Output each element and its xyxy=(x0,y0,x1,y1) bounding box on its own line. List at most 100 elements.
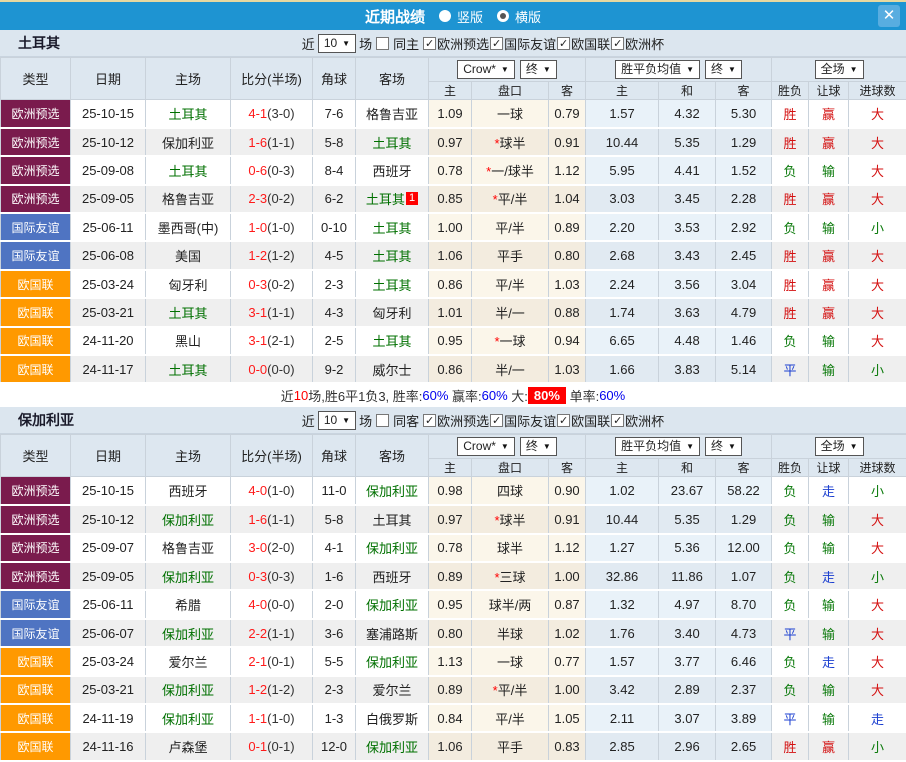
match-row: 欧洲预选25-09-07格鲁吉亚3-0(2-0)4-1保加利亚0.78球半1.1… xyxy=(1,534,906,562)
league-checkbox[interactable]: ✓ xyxy=(611,414,624,427)
score: 3-1(2-1) xyxy=(231,327,313,355)
same-venue-label: 同主 xyxy=(393,34,419,53)
handicap-result: 赢 xyxy=(809,298,849,326)
away-team: 土耳其 xyxy=(356,241,429,269)
avg-home: 2.68 xyxy=(586,241,659,269)
away-team: 白俄罗斯 xyxy=(356,704,429,732)
handicap-line: 平/半 xyxy=(472,704,549,732)
col-type: 类型 xyxy=(1,435,71,477)
handicap-result: 输 xyxy=(809,505,849,533)
crow-away-odds: 1.03 xyxy=(549,355,586,383)
page-title: 近期战绩 xyxy=(365,6,425,27)
sub-col-result: 胜负 xyxy=(772,459,809,477)
same-venue-checkbox[interactable] xyxy=(376,414,389,427)
crow-away-odds: 1.12 xyxy=(549,156,586,184)
competition-type-badge: 国际友谊 xyxy=(1,619,71,647)
avg-away: 2.45 xyxy=(716,241,772,269)
crow-home-odds: 0.85 xyxy=(429,185,472,213)
col-type: 类型 xyxy=(1,58,71,100)
match-date: 25-10-15 xyxy=(71,477,146,505)
away-team: 匈牙利 xyxy=(356,298,429,326)
league-checkbox[interactable]: ✓ xyxy=(557,414,570,427)
competition-type-badge: 欧洲预选 xyxy=(1,534,71,562)
chevron-down-icon: ▼ xyxy=(543,439,551,454)
sub-col-goals: 进球数 xyxy=(849,82,906,100)
sub-col-crow-away: 客 xyxy=(549,82,586,100)
red-card-badge: 1 xyxy=(406,192,418,205)
crow-home-odds: 0.86 xyxy=(429,355,472,383)
radio-vertical-layout[interactable] xyxy=(439,10,451,22)
col-date: 日期 xyxy=(71,435,146,477)
avg-draw: 2.89 xyxy=(659,676,716,704)
avg-draw: 23.67 xyxy=(659,477,716,505)
crow-home-odds: 1.13 xyxy=(429,647,472,675)
goals-result: 小 xyxy=(849,355,906,383)
same-venue-checkbox[interactable] xyxy=(376,37,389,50)
handicap-line: *一/球半 xyxy=(472,156,549,184)
matches-table: 类型 日期 主场 比分(半场) 角球 客场 Crow*▼ 终▼ 胜平负均值▼ 终… xyxy=(0,434,906,761)
title-bar: 近期战绩 竖版 横版 ✕ xyxy=(0,2,906,30)
recent-count-select[interactable]: 10▼ xyxy=(318,34,356,53)
league-checkbox[interactable]: ✓ xyxy=(423,37,436,50)
league-checkbox[interactable]: ✓ xyxy=(423,414,436,427)
league-checkbox[interactable]: ✓ xyxy=(557,37,570,50)
chevron-down-icon: ▼ xyxy=(342,413,350,428)
avg-home: 2.20 xyxy=(586,213,659,241)
result: 胜 xyxy=(772,241,809,269)
league-checkbox[interactable]: ✓ xyxy=(490,37,503,50)
league-checkbox[interactable]: ✓ xyxy=(490,414,503,427)
away-team: 格鲁吉亚 xyxy=(356,100,429,128)
avg-source-select[interactable]: 胜平负均值▼ xyxy=(615,60,700,79)
avg-draw: 3.53 xyxy=(659,213,716,241)
radio-horizontal-label[interactable]: 横版 xyxy=(515,7,541,26)
team-section: 保加利亚 近 10▼ 场 同客 ✓欧洲预选✓国际友谊✓欧国联✓欧洲杯 类型 日期… xyxy=(0,407,906,761)
avg-final-select[interactable]: 终▼ xyxy=(705,60,742,79)
corners: 8-4 xyxy=(313,156,356,184)
corners: 2-0 xyxy=(313,590,356,618)
crow-away-odds: 1.00 xyxy=(549,562,586,590)
home-team: 土耳其 xyxy=(146,355,231,383)
odds-source-select[interactable]: Crow*▼ xyxy=(457,437,515,456)
avg-away: 8.70 xyxy=(716,590,772,618)
avg-away: 3.89 xyxy=(716,704,772,732)
radio-horizontal-layout[interactable] xyxy=(497,10,509,22)
match-row: 欧洲预选25-10-15土耳其4-1(3-0)7-6格鲁吉亚1.09一球0.79… xyxy=(1,100,906,128)
match-date: 25-06-07 xyxy=(71,619,146,647)
league-label: 欧洲预选 xyxy=(437,411,489,430)
match-row: 国际友谊25-06-11希腊4-0(0-0)2-0保加利亚0.95球半/两0.8… xyxy=(1,590,906,618)
handicap-result: 输 xyxy=(809,327,849,355)
league-checkbox[interactable]: ✓ xyxy=(611,37,624,50)
avg-final-select[interactable]: 终▼ xyxy=(705,437,742,456)
avg-home: 1.27 xyxy=(586,534,659,562)
odds-final-select[interactable]: 终▼ xyxy=(520,60,557,79)
avg-draw: 5.35 xyxy=(659,128,716,156)
handicap-result: 走 xyxy=(809,562,849,590)
sub-col-avg-draw: 和 xyxy=(659,82,716,100)
goals-result: 大 xyxy=(849,676,906,704)
home-team: 保加利亚 xyxy=(146,505,231,533)
match-date: 24-11-19 xyxy=(71,704,146,732)
odds-source-select[interactable]: Crow*▼ xyxy=(457,60,515,79)
avg-away: 1.07 xyxy=(716,562,772,590)
home-team: 土耳其 xyxy=(146,298,231,326)
home-team: 保加利亚 xyxy=(146,676,231,704)
handicap-line: 球半 xyxy=(472,534,549,562)
radio-vertical-label[interactable]: 竖版 xyxy=(457,7,483,26)
result: 胜 xyxy=(772,732,809,760)
match-row: 国际友谊25-06-11墨西哥(中)1-0(1-0)0-10土耳其1.00平/半… xyxy=(1,213,906,241)
close-icon[interactable]: ✕ xyxy=(878,5,900,27)
score: 1-6(1-1) xyxy=(231,128,313,156)
match-row: 欧国联24-11-17土耳其0-0(0-0)9-2威尔士0.86半/一1.031… xyxy=(1,355,906,383)
scope-select[interactable]: 全场▼ xyxy=(815,437,864,456)
summary-segment: 赢率: xyxy=(448,386,481,405)
recent-count-select[interactable]: 10▼ xyxy=(318,411,356,430)
summary-segment: 60% xyxy=(422,388,448,403)
scope-select[interactable]: 全场▼ xyxy=(815,60,864,79)
match-row: 欧国联25-03-24匈牙利0-3(0-2)2-3土耳其0.86平/半1.032… xyxy=(1,270,906,298)
avg-source-select[interactable]: 胜平负均值▼ xyxy=(615,437,700,456)
odds-final-select[interactable]: 终▼ xyxy=(520,437,557,456)
avg-away: 5.30 xyxy=(716,100,772,128)
away-team: 保加利亚 xyxy=(356,477,429,505)
summary-bar: 近10场,胜6平1负3, 胜率:60% 赢率:60% 大:80% 单率:60% xyxy=(0,384,906,407)
avg-away: 2.92 xyxy=(716,213,772,241)
